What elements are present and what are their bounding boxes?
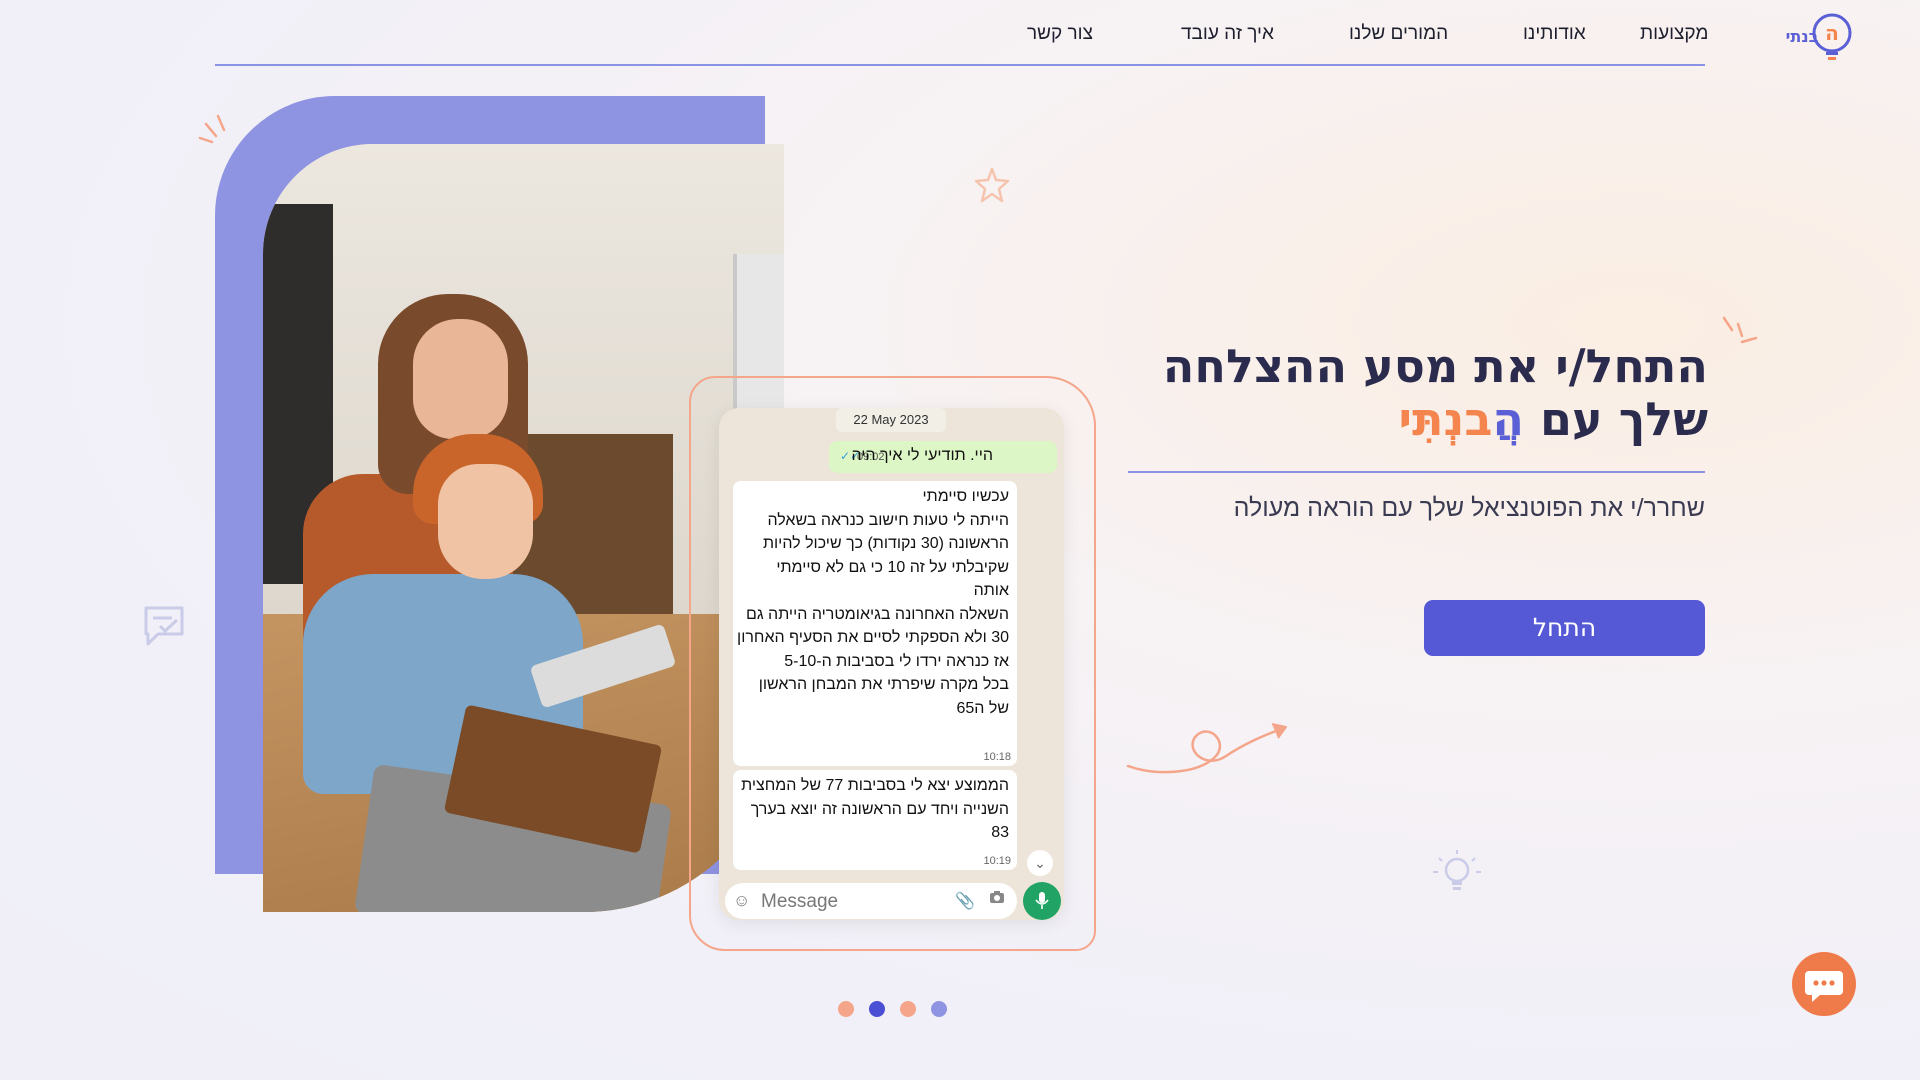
hero-title-line2: שלך עם הֲבנְתִּי bbox=[1128, 393, 1708, 446]
carousel-dots bbox=[838, 1001, 948, 1017]
hero-title: התחל/י את מסע ההצלחה שלך עם הֲבנְתִּי bbox=[1128, 340, 1708, 446]
chat-message-outgoing: ✓✓ 09:02 היי. תודיעי לי איך היה bbox=[829, 441, 1057, 473]
svg-text:בנתי: בנתי bbox=[1786, 27, 1819, 46]
nav-item-contact[interactable]: צור קשר bbox=[1027, 23, 1093, 45]
logo-bulb-icon: ה בנתי bbox=[1786, 13, 1852, 60]
chevron-down-icon[interactable]: ⌄ bbox=[1027, 850, 1053, 876]
message-check-icon bbox=[144, 606, 184, 646]
chat-date: 22 May 2023 bbox=[836, 408, 946, 432]
lightbulb-icon bbox=[1433, 850, 1481, 890]
hero-divider bbox=[1128, 471, 1705, 473]
camera-icon[interactable] bbox=[989, 890, 1005, 909]
star-icon bbox=[974, 167, 1010, 203]
nav-item-about[interactable]: אודותינו bbox=[1523, 23, 1586, 45]
message-text: היי. תודיעי לי איך היה bbox=[851, 447, 993, 464]
carousel-dot[interactable] bbox=[838, 1001, 854, 1017]
chat-support-button[interactable] bbox=[1792, 952, 1856, 1016]
logo[interactable]: ה בנתי bbox=[1780, 8, 1860, 66]
message-time: 10:18 bbox=[983, 751, 1011, 763]
smiley-icon[interactable]: ☺ bbox=[733, 891, 750, 911]
hero-title-line1: התחל/י את מסע ההצלחה bbox=[1162, 339, 1708, 393]
message-placeholder: Message bbox=[761, 891, 839, 912]
start-button[interactable]: התחל bbox=[1424, 600, 1705, 656]
paperclip-icon[interactable]: 📎 bbox=[955, 891, 975, 911]
hero-subtitle: שחרר/י את הפוטנציאל שלך עם הוראה מעולה bbox=[1233, 494, 1705, 522]
message-text: עכשיו סיימתי הייתה לי טעות חישוב כנראה ב… bbox=[737, 488, 1009, 717]
top-nav: מקצועות אודותינו המורים שלנו איך זה עובד… bbox=[215, 20, 1709, 66]
brand-name-part1: הֲ bbox=[1492, 392, 1525, 446]
microphone-icon[interactable] bbox=[1023, 882, 1061, 920]
message-time: 10:19 bbox=[983, 855, 1011, 867]
nav-item-subjects[interactable]: מקצועות bbox=[1640, 23, 1709, 45]
chat-message-incoming: הממוצע יצא לי בסביבות 77 של המחצית השניי… bbox=[733, 770, 1017, 870]
carousel-dot[interactable] bbox=[931, 1001, 947, 1017]
sparkle-lines-icon bbox=[1722, 316, 1758, 344]
svg-text:ה: ה bbox=[1825, 21, 1839, 45]
chat-mockup: 22 May 2023 ✓✓ 09:02 היי. תודיעי לי איך … bbox=[719, 408, 1064, 920]
sparkle-lines-icon bbox=[198, 114, 226, 144]
carousel-dot-active[interactable] bbox=[869, 1001, 885, 1017]
hero-title-prefix: שלך עם bbox=[1540, 392, 1708, 446]
message-input[interactable]: ☺ Message 📎 bbox=[725, 883, 1017, 919]
message-text: הממוצע יצא לי בסביבות 77 של המחצית השניי… bbox=[741, 777, 1009, 841]
brand-name-part2: בנְתִּי bbox=[1398, 392, 1493, 446]
chat-bubble-icon bbox=[1805, 971, 1843, 1002]
carousel-dot[interactable] bbox=[900, 1001, 916, 1017]
swirl-arrow-icon bbox=[1126, 723, 1287, 774]
chat-message-incoming: עכשיו סיימתי הייתה לי טעות חישוב כנראה ב… bbox=[733, 481, 1017, 766]
nav-item-how-it-works[interactable]: איך זה עובד bbox=[1181, 23, 1274, 45]
nav-item-teachers[interactable]: המורים שלנו bbox=[1349, 23, 1448, 45]
